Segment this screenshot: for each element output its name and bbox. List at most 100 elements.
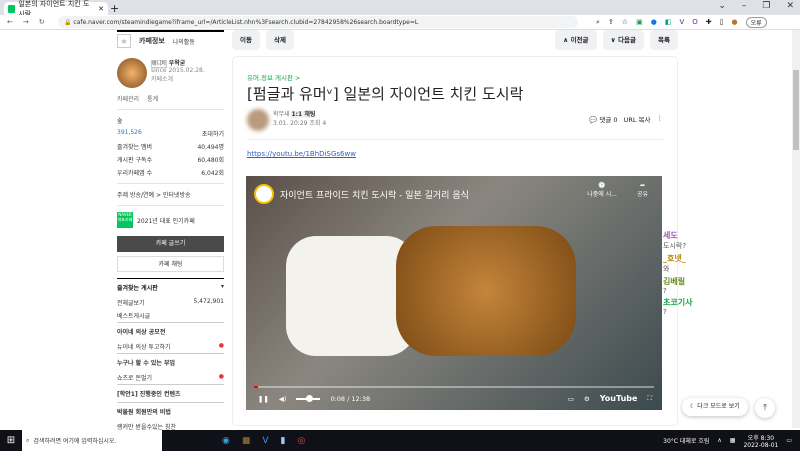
view-count: 조회 4	[309, 120, 327, 127]
app-icon[interactable]: ▮	[281, 436, 286, 446]
board-link[interactable]: 뉴이네 의상 투고하기	[117, 342, 171, 351]
url-copy-button[interactable]: URL 복사	[624, 114, 651, 124]
app-icon[interactable]: V	[262, 436, 268, 446]
cafe-chat-button[interactable]: 카페 채팅	[117, 256, 224, 272]
extension-icon[interactable]: ●	[651, 18, 657, 26]
write-post-button[interactable]: 카페 글쓰기	[117, 236, 224, 252]
profile-button[interactable]: 오류	[745, 16, 767, 28]
section-title[interactable]: 즐겨찾는 게시판	[117, 283, 158, 292]
invite-link[interactable]: 초대하기	[202, 129, 224, 138]
watch-later-button[interactable]: 🕒 나중에 시...	[587, 182, 617, 198]
section-title[interactable]: 아이네 의상 공모전	[117, 322, 224, 340]
post-date: 3.01. 20:29	[273, 120, 308, 127]
avatar[interactable]: ●	[731, 18, 737, 26]
settings-icon[interactable]: ⚙	[584, 395, 590, 403]
restore-button[interactable]: ❐	[762, 1, 770, 11]
subtitles-icon[interactable]: ▭	[568, 395, 574, 403]
next-post-button[interactable]: ∨ 다음글	[602, 30, 645, 50]
extension-icon[interactable]: ▣	[636, 18, 643, 26]
section-title[interactable]: 누구나 할 수 있는 부업	[117, 353, 224, 371]
tab-cafe-info[interactable]: 카페정보	[139, 36, 165, 46]
favorite-star-icon[interactable]: ★	[117, 34, 131, 48]
delete-button[interactable]: 삭제	[265, 30, 294, 50]
video-frame-chicken	[396, 226, 576, 356]
stats-link[interactable]: 통계	[147, 94, 158, 103]
pause-icon[interactable]: ❚❚	[258, 395, 269, 403]
video-title[interactable]: 자이언트 프라이드 치킨 도시락 - 일본 길거리 음식	[280, 188, 469, 201]
extension-icon[interactable]: O	[692, 18, 698, 26]
scroll-top-button[interactable]: ⤒	[755, 398, 775, 418]
board-link[interactable]: 쇼츠로 돈벌기	[117, 373, 152, 382]
tab-my-activity[interactable]: 나의활동	[173, 37, 195, 46]
clock-date[interactable]: 2022-08-01	[743, 442, 778, 449]
chat-username[interactable]: _호넷_	[663, 253, 793, 264]
url-input[interactable]: 🔒 cafe.naver.com/steamindiegame?iframe_u…	[58, 16, 578, 28]
minecraft-icon[interactable]: ■	[242, 436, 251, 446]
network-icon[interactable]: ▦	[730, 437, 736, 444]
youtube-player[interactable]: 자이언트 프라이드 치킨 도시락 - 일본 길거리 음식 🕒 나중에 시... ➦ 공…	[246, 176, 662, 410]
close-tab-icon[interactable]: ✕	[98, 5, 104, 13]
clock-time[interactable]: 오후 8:30	[743, 433, 778, 442]
cafe-intro-link[interactable]: 카페소개	[151, 74, 205, 83]
prev-label: 이전글	[570, 36, 589, 44]
board-link[interactable]: 베스트게시글	[117, 311, 150, 320]
chrome-icon[interactable]: ◎	[298, 436, 306, 446]
chat-username[interactable]: 초코기사	[663, 297, 793, 308]
chat-username[interactable]: 김베릴	[663, 276, 793, 287]
scrollbar-thumb[interactable]	[793, 70, 799, 150]
weather-widget[interactable]: 30°C 대체로 흐림	[663, 436, 709, 445]
move-button[interactable]: 이동	[232, 30, 260, 50]
prev-post-button[interactable]: ∧ 이전글	[555, 30, 597, 50]
section-title[interactable]: [학안1] 진행중인 컨텐츠	[117, 384, 224, 402]
taskbar-search[interactable]: ⌕ 검색하려면 여기에 입력하십시오.	[22, 430, 162, 451]
share-button[interactable]: ➦ 공유	[637, 182, 648, 198]
zoom-icon[interactable]: ⌕	[596, 18, 600, 27]
cafe-name[interactable]: 우왁굳	[169, 60, 186, 67]
youtube-link[interactable]: https://youtu.be/1BhDiSGs6ww	[247, 150, 356, 158]
youtube-logo[interactable]: YouTube	[600, 394, 638, 403]
side-panel-icon[interactable]: ▯	[720, 18, 724, 26]
board-link[interactable]: 유머,정보 게시판 >	[247, 72, 301, 82]
fullscreen-icon[interactable]: ⛶	[647, 394, 652, 403]
extensions-puzzle-icon[interactable]: ✚	[706, 18, 712, 26]
scrollbar[interactable]	[792, 30, 800, 428]
chat-text: 도시락?	[663, 242, 687, 250]
notification-icon[interactable]: ▭	[786, 437, 792, 444]
list-button[interactable]: 목록	[650, 30, 678, 50]
time-display: 0:08 / 12:38	[330, 394, 371, 403]
back-icon[interactable]: ←	[7, 18, 13, 26]
dark-mode-button[interactable]: ☾ 다크 모드로 보기	[682, 398, 748, 416]
cafe-admin-link[interactable]: 카페관리	[117, 94, 139, 103]
extension-icon[interactable]: ◧	[665, 18, 672, 26]
chat-badge[interactable]: 1:1 채팅	[291, 111, 316, 118]
member-count[interactable]: 391,526	[117, 129, 142, 138]
windows-start-icon[interactable]: ⊞	[0, 435, 22, 446]
edge-icon[interactable]: ◉	[222, 436, 230, 446]
comment-link[interactable]: 💬 댓글 0	[589, 114, 617, 124]
tray-chevron-icon[interactable]: ∧	[717, 437, 721, 444]
extension-icon[interactable]: V	[679, 18, 684, 26]
new-tab-button[interactable]: +	[110, 2, 119, 15]
chat-username[interactable]: 세도	[663, 230, 793, 241]
share-icon[interactable]: ⇪	[608, 18, 614, 26]
volume-icon[interactable]: ◀)	[279, 395, 287, 403]
author-avatar[interactable]	[247, 109, 269, 131]
progress-bar[interactable]	[254, 386, 654, 388]
volume-slider[interactable]	[296, 394, 321, 402]
reload-icon[interactable]: ↻	[39, 18, 45, 26]
section-title[interactable]: 박물원 회원만의 비법	[117, 402, 224, 420]
close-window-button[interactable]: ✕	[786, 1, 794, 11]
bookmark-star-icon[interactable]: ☆	[622, 18, 628, 26]
more-icon[interactable]: ⋮	[657, 114, 664, 124]
progress-fill	[254, 386, 259, 388]
share-label: 공유	[636, 191, 648, 198]
forward-icon[interactable]: →	[23, 18, 29, 26]
minimize-button[interactable]: –	[742, 1, 747, 11]
board-count: 5,472,901	[193, 298, 224, 305]
browser-tab[interactable]: 일본의 자이언트 치킨 도시락 ✕	[4, 0, 108, 18]
board-link[interactable]: 전체글보기	[117, 298, 145, 307]
cafe-topic[interactable]: 주제 방송/연예 > 인터넷방송	[117, 188, 224, 201]
tab-search-icon[interactable]: ⌄	[718, 1, 726, 11]
chat-message: 김베릴?	[663, 276, 793, 295]
channel-logo[interactable]	[254, 184, 274, 204]
